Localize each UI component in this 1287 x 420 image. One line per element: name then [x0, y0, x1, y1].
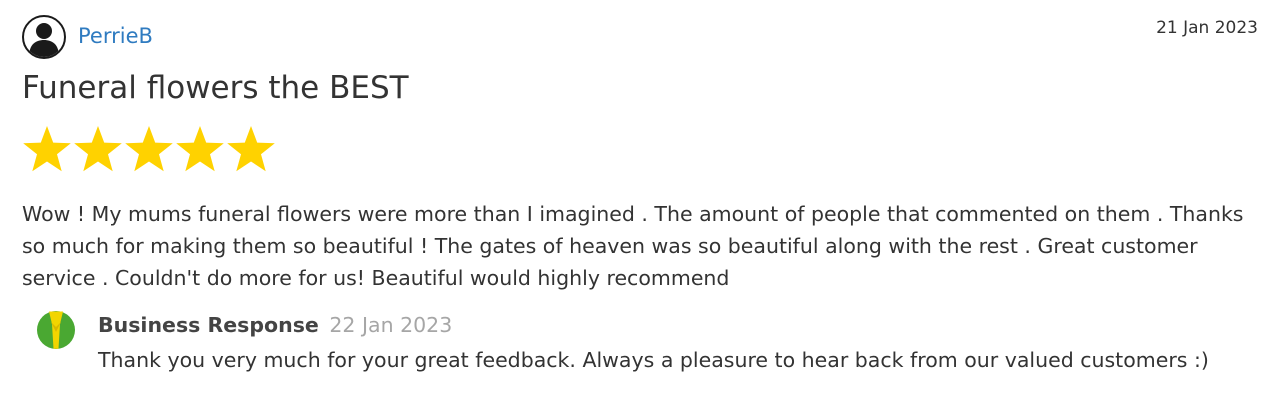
- user-avatar-icon[interactable]: [22, 15, 66, 59]
- star-icon: [22, 125, 72, 173]
- business-response-body: Thank you very much for your great feedb…: [98, 348, 1209, 372]
- star-icon: [124, 125, 174, 173]
- business-logo-icon: [36, 310, 76, 350]
- review-date: 21 Jan 2023: [1156, 18, 1258, 38]
- star-rating: [22, 125, 276, 173]
- star-icon: [73, 125, 123, 173]
- review-card: PerrieB 21 Jan 2023 Funeral flowers the …: [0, 0, 1287, 420]
- business-response-label: Business Response: [98, 313, 319, 337]
- business-response-date: 22 Jan 2023: [329, 313, 453, 337]
- review-title: Funeral flowers the BEST: [22, 70, 409, 106]
- business-response-header: Business Response 22 Jan 2023: [98, 313, 452, 337]
- star-icon: [226, 125, 276, 173]
- review-body: Wow ! My mums funeral flowers were more …: [22, 202, 1244, 290]
- star-icon: [175, 125, 225, 173]
- reviewer-name-link[interactable]: PerrieB: [78, 24, 153, 48]
